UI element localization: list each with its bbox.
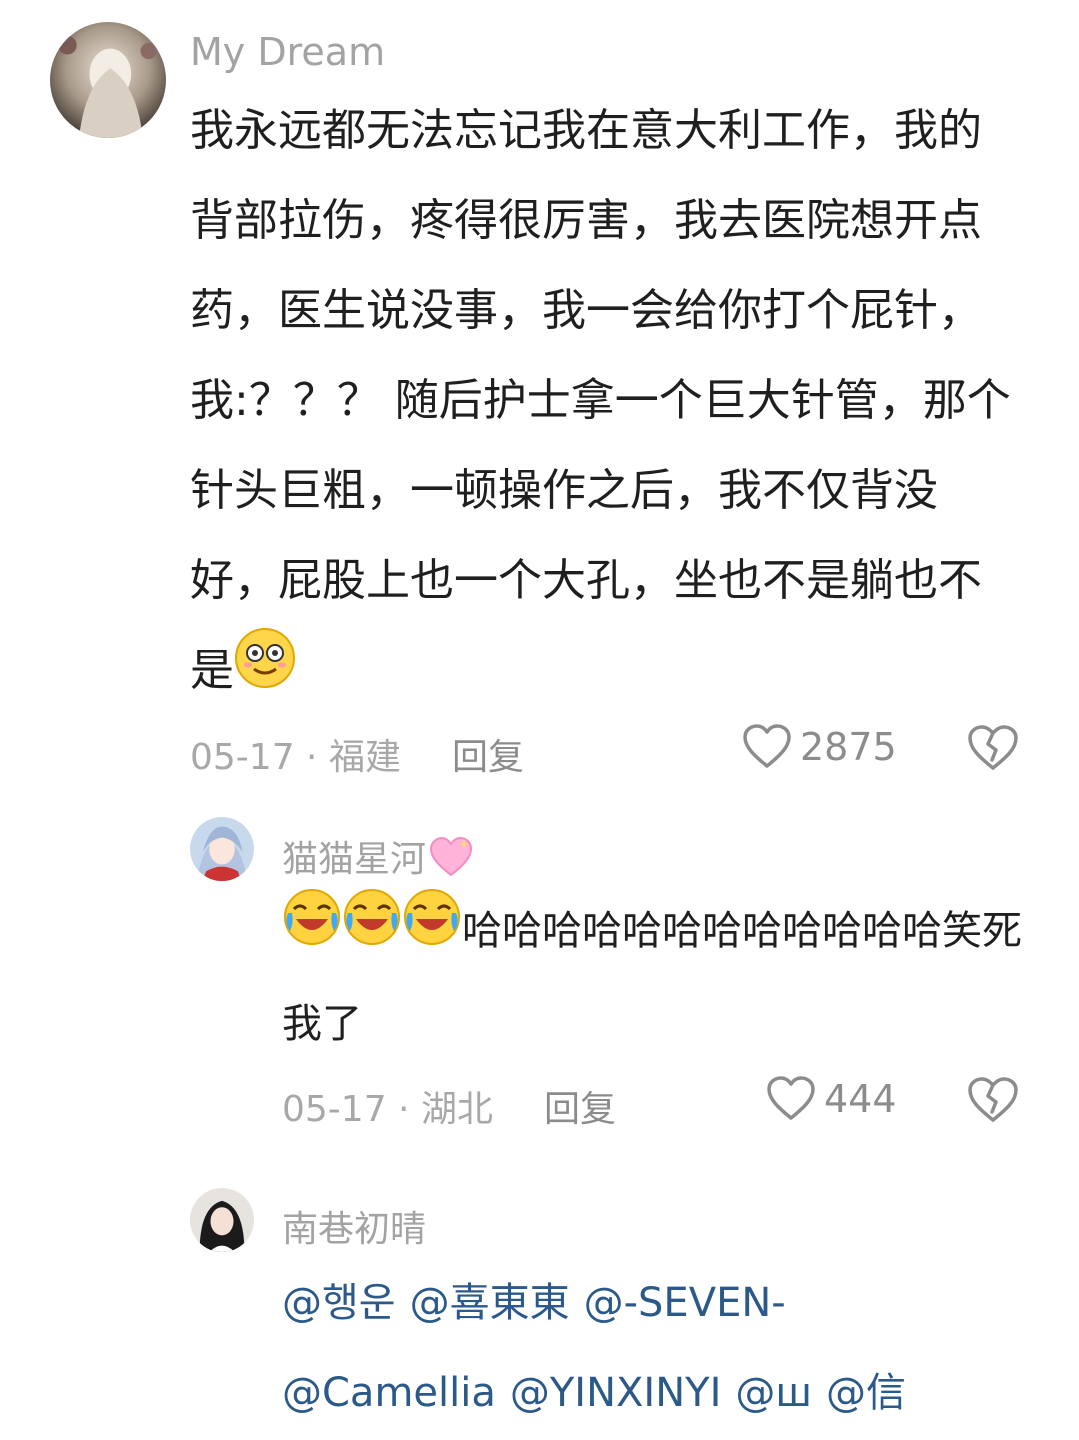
like-button[interactable]: 444	[766, 1076, 897, 1122]
username[interactable]: 猫猫星河	[282, 830, 474, 888]
heart-icon	[766, 1076, 816, 1122]
comment-text: 我永远都无法忘记我在意大利工作，我的背部拉伤，疼得很厉害，我去医院想开点药，医生…	[190, 86, 1020, 720]
avatar[interactable]	[190, 817, 254, 881]
reply-button[interactable]: 回复	[452, 728, 524, 780]
username[interactable]: 南巷初晴	[282, 1200, 426, 1252]
broken-heart-icon	[966, 725, 1020, 776]
mention-link[interactable]: @喜東東	[410, 1280, 570, 1326]
laugh-cry-emoji	[282, 887, 342, 979]
laugh-cry-emoji	[342, 887, 402, 979]
like-count: 2875	[800, 725, 897, 769]
dislike-button[interactable]	[966, 724, 1020, 776]
date-location: 05-17 · 福建	[190, 737, 401, 778]
date-location: 05-17 · 湖北	[282, 1089, 493, 1130]
avatar[interactable]	[190, 1188, 254, 1252]
mention-link[interactable]: @YINXINYI	[510, 1370, 722, 1416]
username-text: 猫猫星河	[282, 839, 427, 880]
dazed-face-emoji	[234, 627, 296, 720]
sparkling-heart-emoji	[428, 835, 474, 888]
broken-heart-icon	[966, 1077, 1020, 1128]
laugh-cry-emoji	[402, 887, 462, 979]
username[interactable]: My Dream	[190, 30, 385, 74]
reply-text: 哈哈哈哈哈哈哈哈哈哈哈哈笑死我了	[282, 886, 1022, 1069]
heart-icon	[742, 724, 792, 770]
mention-link[interactable]: @Camellia	[282, 1370, 496, 1416]
like-button[interactable]: 2875	[742, 724, 897, 770]
mention-link[interactable]: @信	[826, 1370, 906, 1416]
mention-link[interactable]: @ш	[735, 1370, 812, 1416]
dislike-button[interactable]	[966, 1076, 1020, 1128]
mention-link[interactable]: @-SEVEN-	[584, 1280, 786, 1326]
like-count: 444	[824, 1077, 897, 1121]
reply-text: @행운 @喜東東 @-SEVEN- @Camellia @YINXINYI @ш @信	[282, 1258, 1022, 1434]
comment-text-content: 我永远都无法忘记我在意大利工作，我的背部拉伤，疼得很厉害，我去医院想开点药，医生…	[190, 105, 1011, 696]
avatar[interactable]	[50, 22, 166, 138]
reply-button[interactable]: 回复	[544, 1080, 616, 1132]
mention-link[interactable]: @행운	[282, 1280, 396, 1326]
